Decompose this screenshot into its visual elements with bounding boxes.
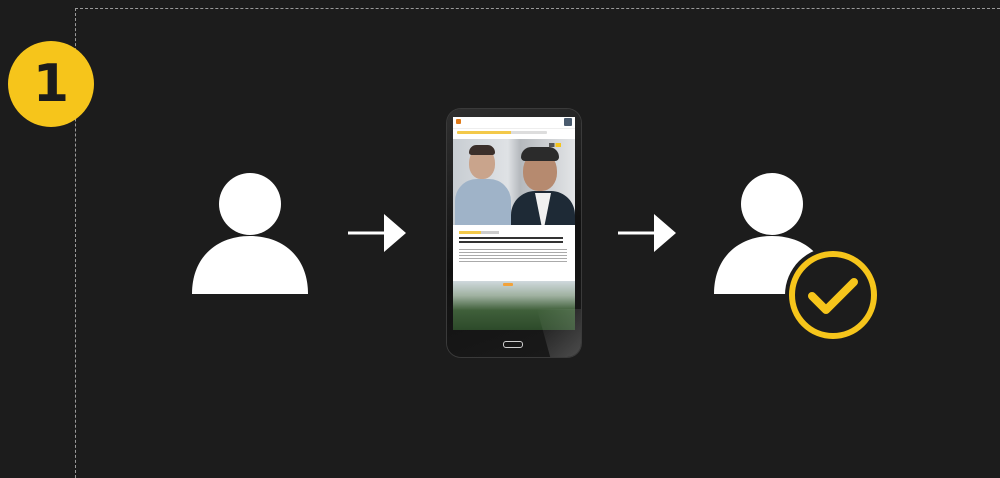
article-tags bbox=[459, 231, 499, 234]
website-header bbox=[453, 117, 575, 129]
phone-reflection bbox=[537, 309, 581, 357]
step-number-badge: 1 bbox=[8, 41, 94, 127]
person-hair bbox=[521, 147, 559, 161]
step-number: 1 bbox=[32, 54, 70, 114]
photo-badges bbox=[549, 143, 561, 147]
article-headline bbox=[459, 237, 563, 244]
smartphone-icon bbox=[447, 109, 581, 357]
person-silhouette bbox=[455, 179, 511, 225]
check-circle-icon bbox=[785, 247, 881, 343]
home-button-icon bbox=[503, 341, 523, 348]
phone-screen bbox=[453, 117, 575, 330]
arrow-right-icon bbox=[618, 214, 676, 252]
person-hair bbox=[469, 145, 495, 155]
menu-icon bbox=[564, 118, 572, 126]
photo-label-bar bbox=[503, 283, 513, 286]
website-logo-icon bbox=[456, 119, 461, 124]
user-icon bbox=[192, 173, 308, 294]
dashed-frame-top bbox=[75, 8, 1000, 9]
arrow-right-icon bbox=[348, 214, 406, 252]
article-body-text bbox=[459, 249, 567, 263]
breadcrumb bbox=[457, 131, 547, 134]
article-photo bbox=[453, 139, 575, 225]
